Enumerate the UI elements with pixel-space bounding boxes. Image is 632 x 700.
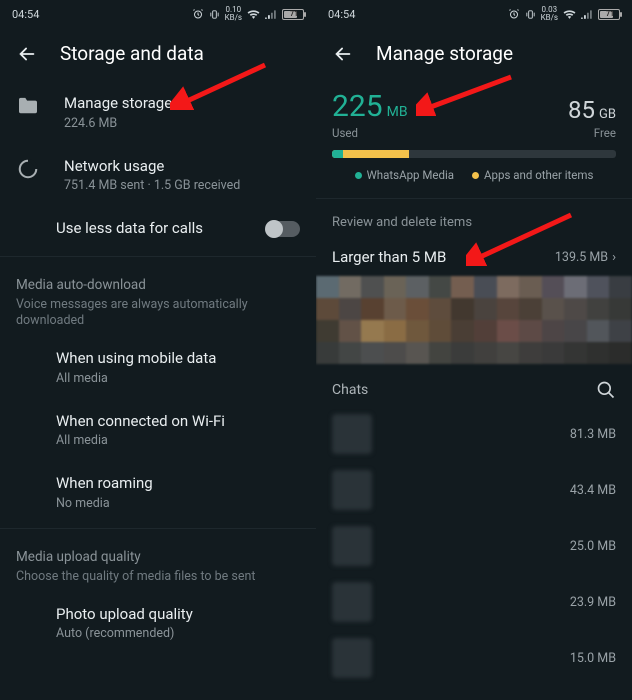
- back-button[interactable]: [16, 43, 38, 65]
- battery-icon: 71: [282, 9, 304, 20]
- net-speed: 0.10KB/s: [225, 6, 242, 22]
- chat-item[interactable]: 81.3 MB: [316, 406, 632, 462]
- chat-size: 81.3 MB: [570, 427, 616, 442]
- mobile-data-sub: All media: [56, 371, 300, 386]
- network-usage-sub: 751.4 MB sent · 1.5 GB received: [64, 178, 300, 193]
- use-less-data-title: Use less data for calls: [56, 219, 242, 239]
- chat-avatar: [332, 414, 372, 454]
- wifi-item[interactable]: When connected on Wi-Fi All media: [0, 399, 316, 462]
- storage-usage: 225MB 85 GB: [316, 81, 632, 124]
- page-title: Storage and data: [60, 42, 204, 65]
- media-auto-download-heading: Media auto-download: [0, 261, 316, 295]
- use-less-data-item[interactable]: Use less data for calls: [0, 206, 316, 252]
- roaming-item[interactable]: When roaming No media: [0, 461, 316, 524]
- legend-whatsapp: WhatsApp Media: [367, 168, 454, 182]
- page-title: Manage storage: [376, 42, 513, 65]
- chat-item[interactable]: 15.0 MB: [316, 630, 632, 686]
- chat-item[interactable]: 43.4 MB: [316, 462, 632, 518]
- larger-label: Larger than 5 MB: [332, 248, 446, 266]
- legend-apps: Apps and other items: [484, 168, 593, 182]
- back-button[interactable]: [332, 43, 354, 65]
- roaming-title: When roaming: [56, 474, 300, 494]
- network-usage-title: Network usage: [64, 157, 300, 177]
- divider: [316, 198, 632, 199]
- free-unit: GB: [599, 107, 616, 122]
- signal-icon: [265, 9, 277, 19]
- chats-heading-row: Chats: [316, 364, 632, 406]
- vibrate-icon: [525, 9, 536, 20]
- chat-avatar: [332, 526, 372, 566]
- wifi-sub: All media: [56, 433, 300, 448]
- chat-avatar: [332, 582, 372, 622]
- larger-size: 139.5 MB: [555, 250, 608, 265]
- status-time: 04:54: [328, 8, 355, 21]
- storage-legend: WhatsApp Media Apps and other items: [316, 168, 632, 194]
- chat-size: 15.0 MB: [570, 651, 616, 666]
- review-heading: Review and delete items: [316, 203, 632, 238]
- storage-bar: [332, 150, 616, 158]
- chat-avatar: [332, 470, 372, 510]
- chat-size: 25.0 MB: [570, 539, 616, 554]
- used-label: Used: [332, 126, 358, 140]
- chevron-right-icon: ›: [612, 250, 616, 265]
- manage-storage-sub: 224.6 MB: [64, 116, 300, 131]
- header: Storage and data: [0, 28, 316, 81]
- network-usage-item[interactable]: Network usage 751.4 MB sent · 1.5 GB rec…: [0, 144, 316, 207]
- screenshot-storage-and-data: 04:54 0.10KB/s 71 Storage and data: [0, 0, 316, 700]
- used-unit: MB: [387, 104, 408, 120]
- alarm-icon: [508, 8, 520, 20]
- chat-size: 43.4 MB: [570, 483, 616, 498]
- vibrate-icon: [209, 9, 220, 20]
- data-usage-icon: [16, 157, 40, 181]
- alarm-icon: [192, 8, 204, 20]
- media-thumbnails[interactable]: [316, 276, 632, 364]
- mobile-data-item[interactable]: When using mobile data All media: [0, 336, 316, 399]
- photo-upload-item[interactable]: Photo upload quality Auto (recommended): [0, 592, 316, 655]
- chat-item[interactable]: 25.0 MB: [316, 518, 632, 574]
- divider: [0, 256, 316, 257]
- wifi-icon: [247, 9, 260, 19]
- folder-icon: [16, 94, 40, 118]
- manage-storage-item[interactable]: Manage storage 224.6 MB: [0, 81, 316, 144]
- status-bar: 04:54 0.10KB/s 71: [0, 0, 316, 28]
- wifi-title: When connected on Wi-Fi: [56, 412, 300, 432]
- free-amount: 85: [568, 96, 595, 124]
- upload-quality-desc: Choose the quality of media files to be …: [0, 567, 316, 592]
- bar-whatsapp: [332, 150, 343, 158]
- use-less-data-toggle[interactable]: [266, 221, 300, 237]
- search-button[interactable]: [596, 380, 616, 400]
- status-time: 04:54: [12, 8, 39, 21]
- larger-than-5mb-item[interactable]: Larger than 5 MB 139.5 MB ›: [316, 238, 632, 276]
- divider: [0, 528, 316, 529]
- battery-icon: 71: [598, 9, 620, 20]
- photo-quality-title: Photo upload quality: [56, 605, 300, 625]
- wifi-icon: [563, 9, 576, 19]
- media-auto-download-desc: Voice messages are always automatically …: [0, 295, 316, 337]
- chat-size: 23.9 MB: [570, 595, 616, 610]
- chat-avatar: [332, 638, 372, 678]
- manage-storage-title: Manage storage: [64, 94, 300, 114]
- chat-item[interactable]: 23.9 MB: [316, 574, 632, 630]
- used-amount: 225: [332, 89, 383, 124]
- bar-apps: [332, 150, 409, 158]
- status-bar: 04:54 0.03KB/s 71: [316, 0, 632, 28]
- chats-label: Chats: [332, 382, 368, 398]
- screenshot-manage-storage: 04:54 0.03KB/s 71 Manage storage 225MB 8…: [316, 0, 632, 700]
- photo-quality-sub: Auto (recommended): [56, 626, 300, 641]
- mobile-data-title: When using mobile data: [56, 349, 300, 369]
- header: Manage storage: [316, 28, 632, 81]
- free-label: Free: [594, 126, 616, 140]
- net-speed: 0.03KB/s: [541, 6, 558, 22]
- roaming-sub: No media: [56, 496, 300, 511]
- upload-quality-heading: Media upload quality: [0, 533, 316, 567]
- signal-icon: [581, 9, 593, 19]
